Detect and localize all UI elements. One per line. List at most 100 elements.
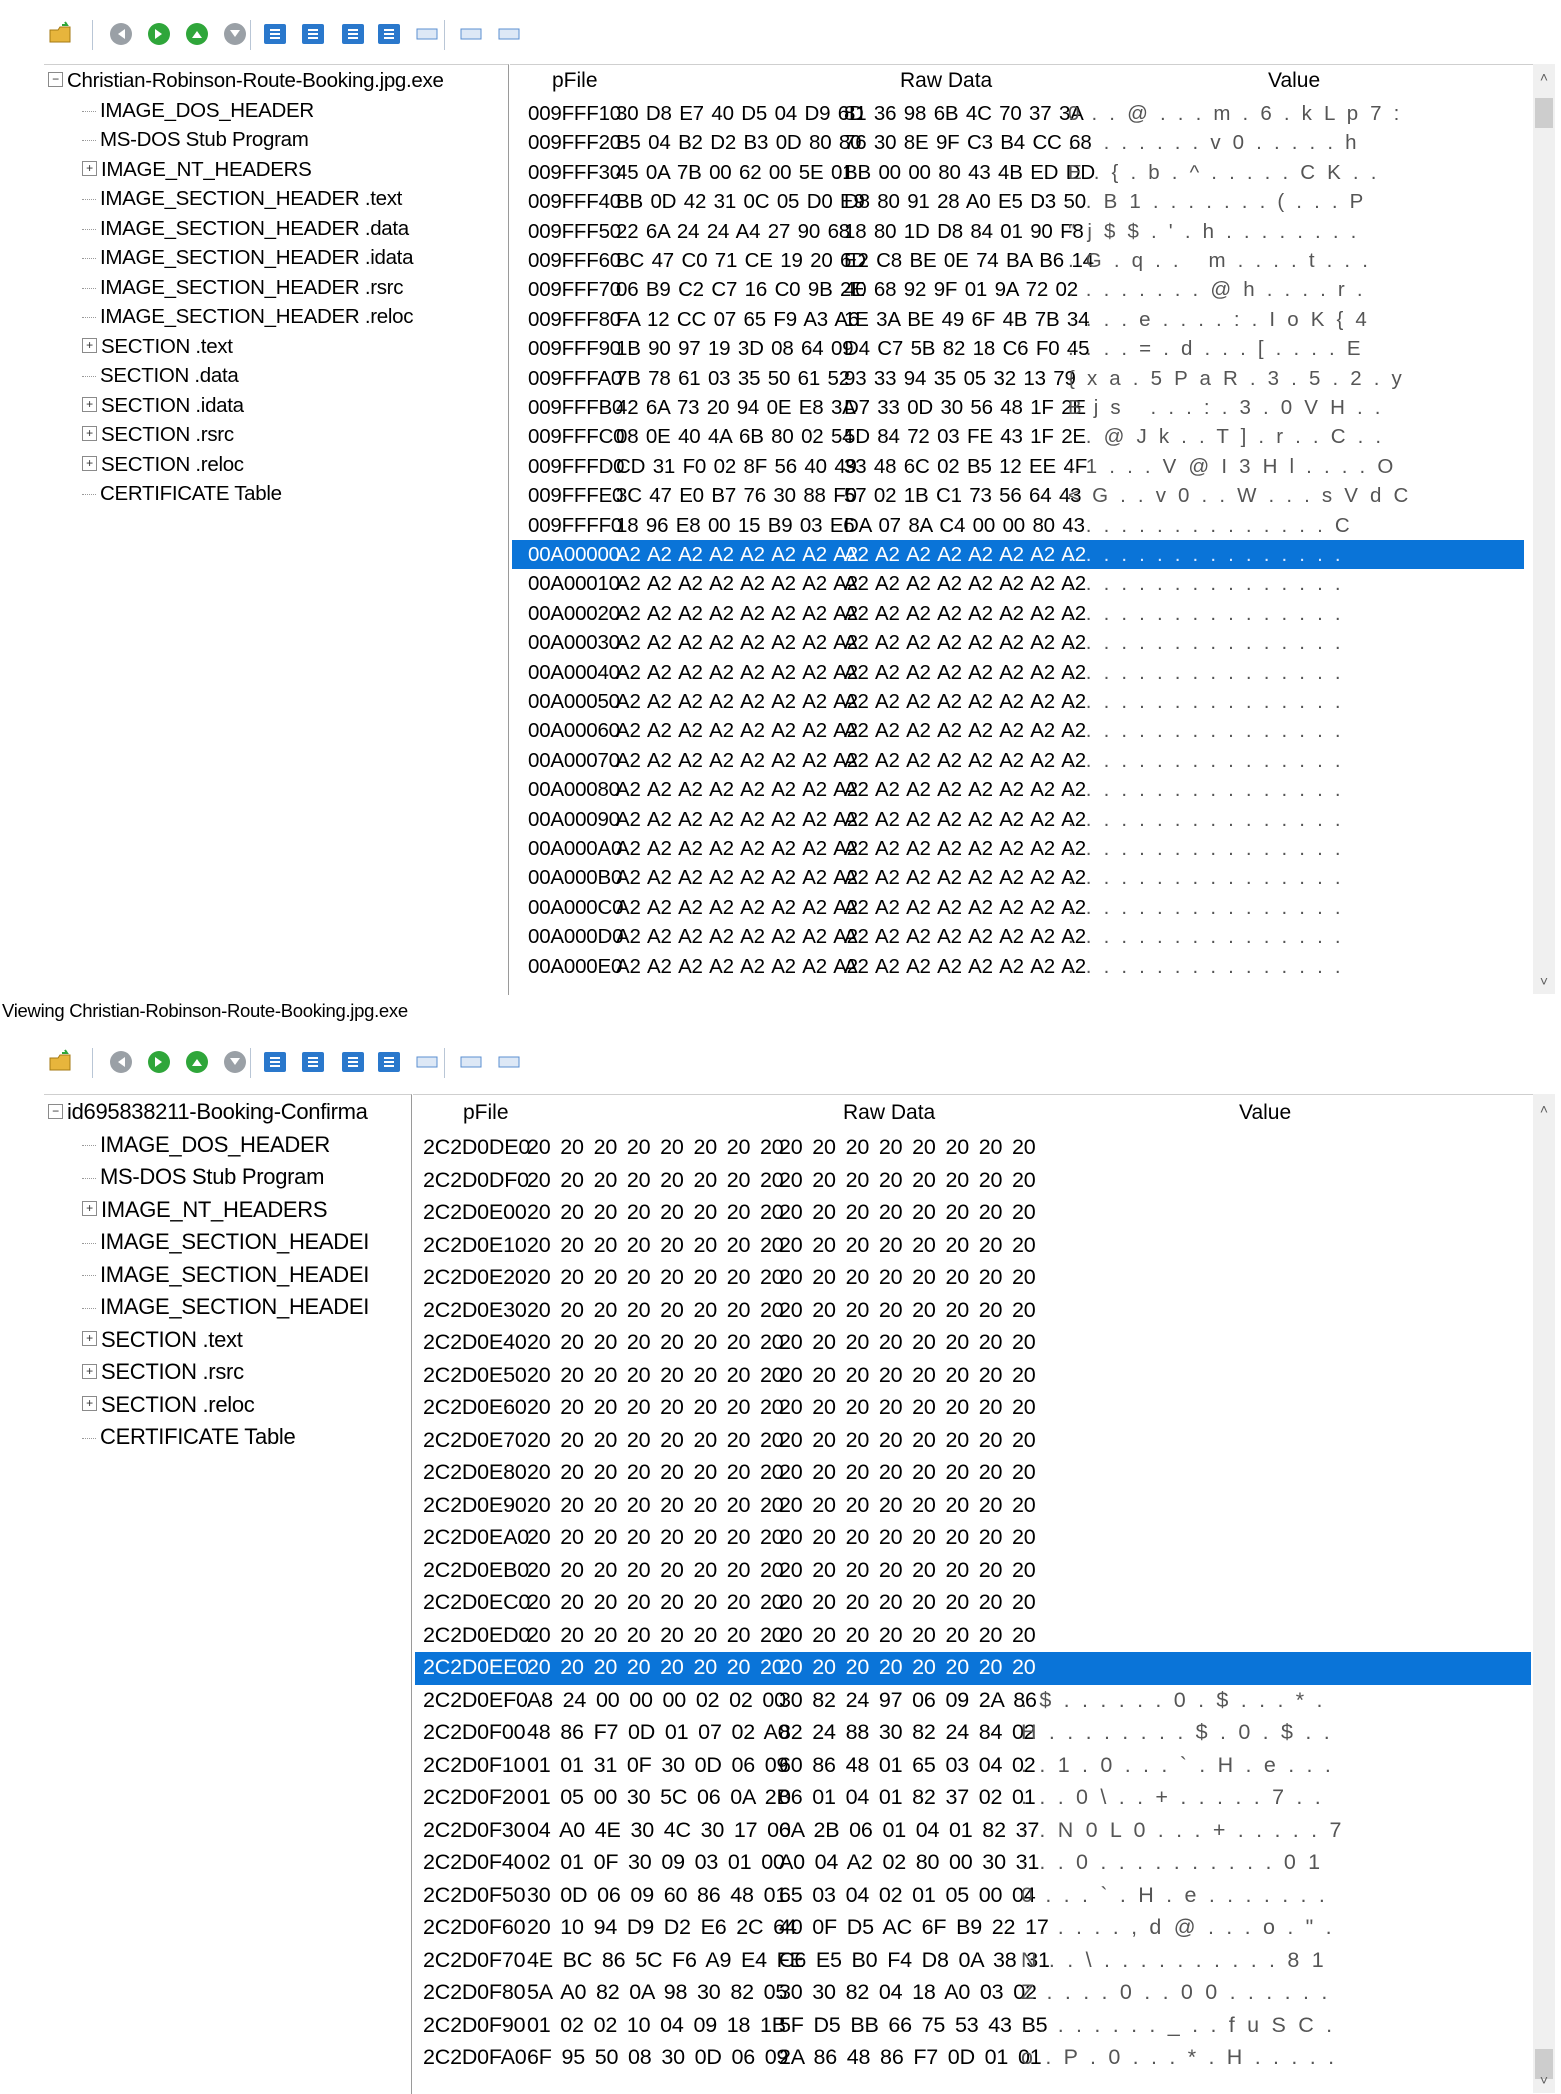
hex-row[interactable]: 009FFFF0 18 96 E8 00 15 B9 03 E6 DA 07 8A …	[512, 511, 1524, 540]
hex-row[interactable]: 2C2D0EB0 20 20 20 20 20 20 20 20 20 20 20 …	[415, 1555, 1531, 1588]
tree-item[interactable]: IMAGE_SECTION_HEADER .reloc	[82, 305, 413, 329]
scrollbar-bottom[interactable]: ˄ ˅	[1533, 1094, 1555, 2093]
tree-root-item[interactable]: − id695838211-Booking-Confirma	[48, 1099, 368, 1125]
hex-row[interactable]: 2C2D0E00 20 20 20 20 20 20 20 20 20 20 20 …	[415, 1197, 1531, 1230]
tree-item[interactable]: IMAGE_SECTION_HEADER .text	[82, 187, 402, 211]
tree-item[interactable]: MS-DOS Stub Program	[82, 128, 309, 152]
hex-row[interactable]: 2C2D0F10 01 01 31 0F 30 0D 06 09 60 86 48 …	[415, 1750, 1531, 1783]
hex-row[interactable]: 2C2D0F00 48 86 F7 0D 01 07 02 A0 82 24 88 …	[415, 1717, 1531, 1750]
hex-row[interactable]: 009FFFE0 3C 47 E0 B7 76 30 88 F0 57 02 1B …	[512, 481, 1524, 510]
expand-icon[interactable]: +	[82, 426, 97, 442]
forward-icon[interactable]	[146, 1049, 172, 1075]
hex-row[interactable]: 2C2D0DF0 20 20 20 20 20 20 20 20 20 20 20 …	[415, 1165, 1531, 1198]
hex-row[interactable]: 2C2D0E20 20 20 20 20 20 20 20 20 20 20 20 …	[415, 1262, 1531, 1295]
tree-item[interactable]: MS-DOS Stub Program	[82, 1164, 324, 1190]
scroll-down-icon[interactable]: ˅	[1533, 970, 1555, 992]
hex-row[interactable]: 2C2D0E90 20 20 20 20 20 20 20 20 20 20 20 …	[415, 1490, 1531, 1523]
hex-row[interactable]: 00A000C0 A2 A2 A2 A2 A2 A2 A2 A2 A2 A2 A2 …	[512, 893, 1524, 922]
open-file-icon[interactable]	[48, 1049, 74, 1075]
tree-item[interactable]: + SECTION .reloc	[82, 1392, 255, 1418]
hex-row[interactable]: 2C2D0E60 20 20 20 20 20 20 20 20 20 20 20 …	[415, 1392, 1531, 1425]
tree-item[interactable]: IMAGE_SECTION_HEADER .rsrc	[82, 276, 403, 300]
expand-icon[interactable]: +	[82, 1396, 97, 1412]
expand-icon[interactable]: +	[82, 337, 97, 353]
hex-row[interactable]: 2C2D0FA0 6F 95 50 08 30 0D 06 09 2A 86 48 …	[415, 2042, 1531, 2075]
hex-view-bottom[interactable]: pFile Raw Data Value 2C2D0DE0 20 20 20 20…	[413, 1094, 1533, 2094]
tree-item[interactable]: IMAGE_SECTION_HEADER .idata	[82, 246, 413, 270]
tree-item[interactable]: + SECTION .text	[82, 1327, 243, 1353]
view-medium-icon[interactable]	[458, 1049, 484, 1075]
view-wide-icon[interactable]	[414, 1049, 440, 1075]
hex-row[interactable]: 009FFFD0 CD 31 F0 02 8F 56 40 49 33 48 6C …	[512, 452, 1524, 481]
hex-row[interactable]: 2C2D0F20 01 05 00 30 5C 06 0A 2B 06 01 04 …	[415, 1782, 1531, 1815]
hex-row[interactable]: 009FFFC0 08 0E 40 4A 6B 80 02 54 5D 84 72 …	[512, 422, 1524, 451]
hex-row[interactable]: 00A00010 A2 A2 A2 A2 A2 A2 A2 A2 A2 A2 A2 …	[512, 569, 1524, 598]
hex-row[interactable]: 2C2D0EF0 A8 24 00 00 00 02 02 00 30 82 24 …	[415, 1685, 1531, 1718]
hex-row[interactable]: 2C2D0F60 20 10 94 D9 D2 E6 2C 64 40 0F D5 …	[415, 1912, 1531, 1945]
column-header-value[interactable]: Value	[1239, 1101, 1291, 1125]
expand-icon[interactable]: +	[82, 1363, 97, 1379]
hex-row[interactable]: 009FFFA0 7B 78 61 03 35 50 61 52 93 33 94 …	[512, 364, 1524, 393]
hex-view-top[interactable]: pFile Raw Data Value 009FFF10 30 D8 E7 40…	[510, 64, 1533, 995]
hex-row[interactable]: 2C2D0E30 20 20 20 20 20 20 20 20 20 20 20 …	[415, 1295, 1531, 1328]
collapse-icon[interactable]: −	[48, 1103, 63, 1119]
up-icon[interactable]	[184, 1049, 210, 1075]
hex-row[interactable]: 2C2D0E50 20 20 20 20 20 20 20 20 20 20 20 …	[415, 1360, 1531, 1393]
hex-row[interactable]: 00A000E0 A2 A2 A2 A2 A2 A2 A2 A2 A2 A2 A2 …	[512, 952, 1524, 981]
column-header-pfile[interactable]: pFile	[552, 69, 598, 93]
export-icon[interactable]	[340, 21, 366, 47]
hex-row[interactable]: 00A00060 A2 A2 A2 A2 A2 A2 A2 A2 A2 A2 A2 …	[512, 716, 1524, 745]
hex-row[interactable]: 2C2D0F80 5A A0 82 0A 98 30 82 05 30 30 82 …	[415, 1977, 1531, 2010]
tree-item[interactable]: IMAGE_DOS_HEADER	[82, 1132, 330, 1158]
expand-icon[interactable]: +	[82, 455, 97, 471]
tree-item[interactable]: + SECTION .text	[82, 335, 233, 359]
back-icon[interactable]	[108, 21, 134, 47]
hex-row[interactable]: 2C2D0E10 20 20 20 20 20 20 20 20 20 20 20 …	[415, 1230, 1531, 1263]
hex-row[interactable]: 009FFF80 FA 12 CC 07 65 F9 A3 A6 1E 3A BE …	[512, 305, 1524, 334]
tree-item[interactable]: + SECTION .rsrc	[82, 1359, 244, 1385]
scroll-up-icon[interactable]: ˄	[1533, 1098, 1555, 1120]
tree-item[interactable]: IMAGE_SECTION_HEADER .data	[82, 217, 409, 241]
collapse-icon[interactable]: −	[48, 72, 63, 88]
scrollbar-top[interactable]: ˄ ˅	[1533, 64, 1555, 994]
tree-item[interactable]: + SECTION .reloc	[82, 453, 244, 477]
hex-row[interactable]: 00A00050 A2 A2 A2 A2 A2 A2 A2 A2 A2 A2 A2 …	[512, 687, 1524, 716]
scroll-down-icon[interactable]: ˅	[1533, 2069, 1555, 2091]
hex-row[interactable]: 2C2D0F40 02 01 0F 30 09 03 01 00 A0 04 A2 …	[415, 1847, 1531, 1880]
tree-item[interactable]: + IMAGE_NT_HEADERS	[82, 1197, 328, 1223]
tree-item[interactable]: + IMAGE_NT_HEADERS	[82, 158, 312, 182]
expand-icon[interactable]: +	[82, 1201, 97, 1217]
tree-view-bottom[interactable]: − id695838211-Booking-Confirma IMAGE_DOS_H…	[44, 1094, 412, 2094]
tree-item[interactable]: + SECTION .idata	[82, 394, 244, 418]
expand-icon[interactable]: +	[82, 160, 97, 176]
tree-root-item[interactable]: − Christian-Robinson-Route-Booking.jpg.ex…	[48, 69, 444, 93]
hex-row[interactable]: 2C2D0EA0 20 20 20 20 20 20 20 20 20 20 20 …	[415, 1522, 1531, 1555]
tree-item[interactable]: IMAGE_SECTION_HEADEI	[82, 1262, 369, 1288]
hex-row[interactable]: 009FFF20 B5 04 B2 D2 B3 0D 80 80 76 30 8E …	[512, 128, 1524, 157]
column-header-raw-data[interactable]: Raw Data	[843, 1101, 935, 1125]
hex-row[interactable]: 00A00020 A2 A2 A2 A2 A2 A2 A2 A2 A2 A2 A2 …	[512, 599, 1524, 628]
view-narrow-icon[interactable]	[496, 1049, 522, 1075]
hex-view-icon[interactable]	[262, 21, 288, 47]
scroll-up-icon[interactable]: ˄	[1533, 66, 1555, 88]
hex-row[interactable]: 009FFF10 30 D8 E7 40 D5 04 D9 6D 81 36 98 …	[512, 99, 1524, 128]
hex-row[interactable]: 00A00070 A2 A2 A2 A2 A2 A2 A2 A2 A2 A2 A2 …	[512, 746, 1524, 775]
hex-row[interactable]: 00A000D0 A2 A2 A2 A2 A2 A2 A2 A2 A2 A2 A2 …	[512, 922, 1524, 951]
hex-row[interactable]: 009FFF70 06 B9 C2 C7 16 C0 9B 2E 40 68 92 …	[512, 275, 1524, 304]
hex-row[interactable]: 009FFFB0 42 6A 73 20 94 0E E8 3A D7 33 0D …	[512, 393, 1524, 422]
hex-row[interactable]: 2C2D0F50 30 0D 06 09 60 86 48 01 65 03 04 …	[415, 1880, 1531, 1913]
down-icon[interactable]	[222, 21, 248, 47]
hex-view-icon[interactable]	[262, 1049, 288, 1075]
save-icon[interactable]	[376, 1049, 402, 1075]
hex-row[interactable]: 00A00030 A2 A2 A2 A2 A2 A2 A2 A2 A2 A2 A2 …	[512, 628, 1524, 657]
hex-row[interactable]: 009FFF40 BB 0D 42 31 0C 05 D0 E9 D8 80 91 …	[512, 187, 1524, 216]
hex-row[interactable]: 2C2D0E80 20 20 20 20 20 20 20 20 20 20 20 …	[415, 1457, 1531, 1490]
expand-icon[interactable]: +	[82, 1331, 97, 1347]
scroll-thumb[interactable]	[1535, 98, 1553, 128]
save-icon[interactable]	[376, 21, 402, 47]
export-icon[interactable]	[340, 1049, 366, 1075]
tree-item[interactable]: IMAGE_SECTION_HEADEI	[82, 1294, 369, 1320]
hex-row[interactable]: 2C2D0F70 4E BC 86 5C F6 A9 E4 FE C6 E5 B0 …	[415, 1945, 1531, 1978]
mode-icon[interactable]	[300, 21, 326, 47]
hex-row[interactable]: 2C2D0F30 04 A0 4E 30 4C 30 17 06 0A 2B 06 …	[415, 1815, 1531, 1848]
